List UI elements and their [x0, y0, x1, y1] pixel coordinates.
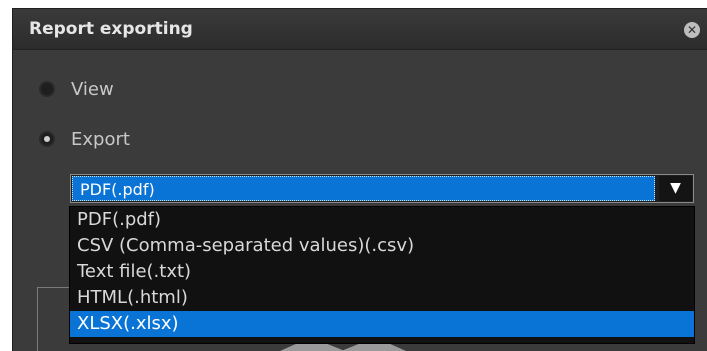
format-option-csv[interactable]: CSV (Comma-separated values)(.csv) — [70, 233, 694, 259]
export-label: Export — [71, 128, 130, 150]
format-option-pdf[interactable]: PDF(.pdf) — [70, 207, 694, 233]
export-radio-option[interactable]: Export — [41, 127, 130, 151]
dialog-titlebar: Report exporting ✕ — [13, 9, 707, 50]
format-option-txt[interactable]: Text file(.txt) — [70, 259, 694, 285]
radio-button-view[interactable] — [41, 83, 53, 95]
dialog-title: Report exporting — [29, 19, 193, 39]
format-select[interactable]: PDF(.pdf) ▼ — [70, 174, 694, 203]
view-radio-option[interactable]: View — [41, 77, 114, 101]
chevron-down-icon[interactable]: ▼ — [659, 176, 692, 201]
radio-button-export[interactable] — [41, 133, 53, 145]
format-option-html[interactable]: HTML(.html) — [70, 285, 694, 311]
format-select-value[interactable]: PDF(.pdf) — [72, 176, 655, 201]
format-dropdown-list: PDF(.pdf) CSV (Comma-separated values)(.… — [69, 206, 695, 344]
view-label: View — [71, 78, 114, 100]
report-exporting-dialog: Report exporting ✕ View Export PDF(.pdf)… — [12, 8, 707, 351]
format-option-xlsx[interactable]: XLSX(.xlsx) — [70, 311, 694, 337]
close-icon[interactable]: ✕ — [684, 22, 700, 38]
